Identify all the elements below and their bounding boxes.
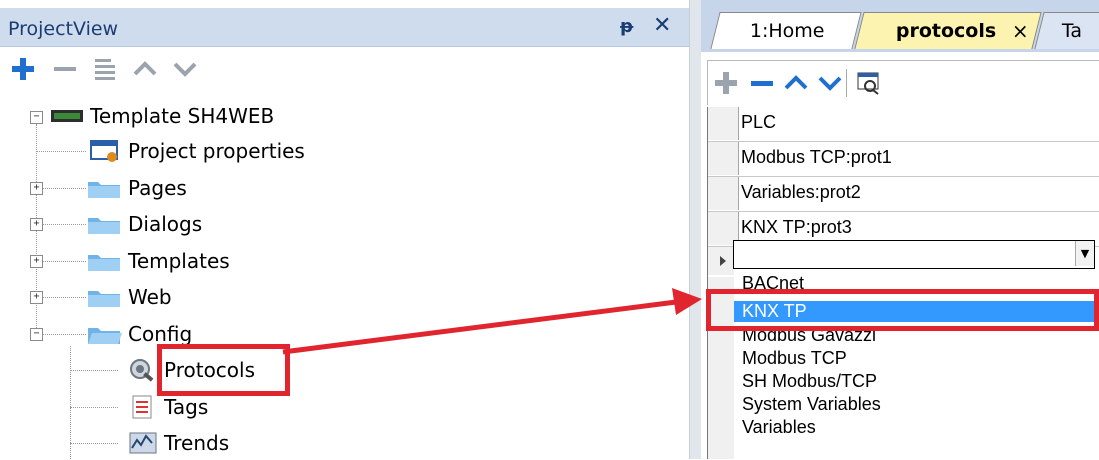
- annotation-arrow: [282, 288, 702, 355]
